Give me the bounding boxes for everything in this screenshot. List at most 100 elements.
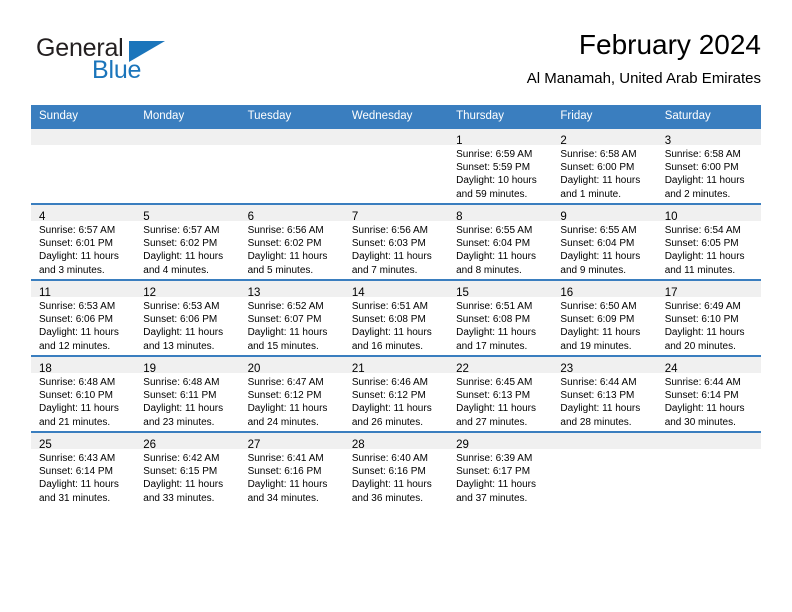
day-number-band: 11 <box>31 281 136 299</box>
day-number: 19 <box>143 363 157 375</box>
day-number-band: 13 <box>239 281 344 299</box>
daylight-text-cont: and 34 minutes. <box>247 492 319 504</box>
calendar-cell-empty <box>656 431 761 507</box>
day-number: 8 <box>456 211 463 223</box>
sunset-text: Sunset: 6:14 PM <box>39 466 113 478</box>
daylight-text-cont: and 37 minutes. <box>456 492 528 504</box>
daylight-text: Daylight: 11 hours <box>39 327 119 339</box>
calendar-day-cell[interactable]: 9 Sunrise: 6:55 AM Sunset: 6:04 PM Daylight… <box>552 203 657 280</box>
calendar-week-row: 18 Sunrise: 6:48 AM Sunset: 6:10 PM Dayligh… <box>31 355 761 432</box>
calendar-day-cell[interactable]: 24 Sunrise: 6:44 AM Sunset: 6:14 PM Dayligh… <box>656 355 761 432</box>
calendar-day-cell[interactable]: 10 Sunrise: 6:54 AM Sunset: 6:05 PM Dayligh… <box>656 203 761 280</box>
sunrise-text: Sunrise: 6:40 AM <box>351 453 428 464</box>
day-details: Sunrise: 6:40 AM Sunset: 6:16 PM Daylight:… <box>344 449 448 505</box>
sunrise-text: Sunrise: 6:58 AM <box>560 149 637 160</box>
day-number: 14 <box>351 287 365 299</box>
calendar-day-cell[interactable]: 25 Sunrise: 6:43 AM Sunset: 6:14 PM Dayligh… <box>31 431 136 507</box>
weekday-header-tuesday: Tuesday <box>239 105 344 128</box>
calendar-day-cell[interactable]: 21 Sunrise: 6:46 AM Sunset: 6:12 PM Dayligh… <box>343 355 449 432</box>
calendar-day-cell[interactable]: 28 Sunrise: 6:40 AM Sunset: 6:16 PM Dayligh… <box>343 431 449 507</box>
calendar-day-cell[interactable]: 7 Sunrise: 6:56 AM Sunset: 6:03 PM Daylight… <box>343 203 449 280</box>
day-details: Sunrise: 6:50 AM Sunset: 6:09 PM Daylight:… <box>552 297 656 353</box>
sunrise-text: Sunrise: 6:51 AM <box>351 301 428 312</box>
day-number: 18 <box>39 363 52 375</box>
calendar-day-cell[interactable]: 3 Sunrise: 6:58 AM Sunset: 6:00 PM Daylight… <box>656 127 761 204</box>
day-details: Sunrise: 6:57 AM Sunset: 6:02 PM Daylight:… <box>135 221 239 277</box>
calendar-day-cell[interactable]: 6 Sunrise: 6:56 AM Sunset: 6:02 PM Daylight… <box>239 203 344 280</box>
sunrise-text: Sunrise: 6:52 AM <box>247 301 324 312</box>
calendar-day-cell[interactable]: 22 Sunrise: 6:45 AM Sunset: 6:13 PM Dayligh… <box>448 355 553 432</box>
calendar-day-cell[interactable]: 8 Sunrise: 6:55 AM Sunset: 6:04 PM Daylight… <box>448 203 553 280</box>
daylight-text: Daylight: 11 hours <box>143 327 224 339</box>
day-number-band: 1 <box>448 129 553 147</box>
sunset-text: Sunset: 6:04 PM <box>456 238 531 250</box>
day-number: 28 <box>351 439 365 451</box>
day-details: Sunrise: 6:47 AM Sunset: 6:12 PM Daylight:… <box>240 373 344 429</box>
calendar-day-cell[interactable]: 27 Sunrise: 6:41 AM Sunset: 6:16 PM Dayligh… <box>239 431 344 507</box>
general-blue-logo: General Blue <box>36 34 266 92</box>
day-number-band <box>31 129 136 145</box>
calendar-day-cell[interactable]: 23 Sunrise: 6:44 AM Sunset: 6:13 PM Dayligh… <box>552 355 657 432</box>
sunset-text: Sunset: 6:02 PM <box>247 238 322 250</box>
day-details: Sunrise: 6:53 AM Sunset: 6:06 PM Daylight:… <box>31 297 135 353</box>
calendar-day-cell[interactable]: 19 Sunrise: 6:48 AM Sunset: 6:11 PM Dayligh… <box>135 355 240 432</box>
calendar-day-cell[interactable]: 2 Sunrise: 6:58 AM Sunset: 6:00 PM Daylight… <box>552 127 657 204</box>
calendar-day-cell[interactable]: 12 Sunrise: 6:53 AM Sunset: 6:06 PM Dayligh… <box>135 279 240 356</box>
sunrise-text: Sunrise: 6:48 AM <box>39 377 116 388</box>
calendar-page: General Blue February 2024 Al Manamah, U… <box>0 0 792 612</box>
sunset-text: Sunset: 6:06 PM <box>143 314 218 326</box>
day-number: 16 <box>560 287 574 299</box>
sunset-text: Sunset: 6:05 PM <box>664 238 739 250</box>
sunset-text: Sunset: 6:12 PM <box>247 390 322 402</box>
sunset-text: Sunset: 5:59 PM <box>456 162 531 174</box>
calendar-day-cell[interactable]: 1 Sunrise: 6:59 AM Sunset: 5:59 PM Daylight… <box>448 127 553 204</box>
day-number: 17 <box>664 287 678 299</box>
sunset-text: Sunset: 6:15 PM <box>143 466 218 478</box>
daylight-text-cont: and 15 minutes. <box>247 340 319 352</box>
calendar-day-cell[interactable]: 18 Sunrise: 6:48 AM Sunset: 6:10 PM Dayligh… <box>31 355 136 432</box>
calendar-week-row: 11 Sunrise: 6:53 AM Sunset: 6:06 PM Dayligh… <box>31 279 761 356</box>
calendar-day-cell[interactable]: 11 Sunrise: 6:53 AM Sunset: 6:06 PM Dayligh… <box>31 279 136 356</box>
sunrise-text: Sunrise: 6:58 AM <box>664 149 741 160</box>
calendar-day-cell[interactable]: 13 Sunrise: 6:52 AM Sunset: 6:07 PM Dayligh… <box>239 279 344 356</box>
weekday-header-friday: Friday <box>552 105 657 128</box>
day-details: Sunrise: 6:54 AM Sunset: 6:05 PM Daylight:… <box>657 221 761 277</box>
calendar-day-cell[interactable]: 26 Sunrise: 6:42 AM Sunset: 6:15 PM Dayligh… <box>135 431 240 507</box>
sunrise-text: Sunrise: 6:46 AM <box>351 377 428 388</box>
day-details: Sunrise: 6:58 AM Sunset: 6:00 PM Daylight:… <box>657 145 761 201</box>
sunset-text: Sunset: 6:10 PM <box>39 390 113 402</box>
day-number-band <box>656 433 761 449</box>
day-details: Sunrise: 6:52 AM Sunset: 6:07 PM Daylight:… <box>240 297 344 353</box>
sunrise-text: Sunrise: 6:56 AM <box>351 225 428 236</box>
day-number: 12 <box>143 287 157 299</box>
day-details <box>240 145 344 148</box>
calendar-day-cell[interactable]: 20 Sunrise: 6:47 AM Sunset: 6:12 PM Dayligh… <box>239 355 344 432</box>
daylight-text: Daylight: 11 hours <box>351 403 432 415</box>
calendar-day-cell[interactable]: 16 Sunrise: 6:50 AM Sunset: 6:09 PM Dayligh… <box>552 279 657 356</box>
calendar-day-cell[interactable]: 15 Sunrise: 6:51 AM Sunset: 6:08 PM Dayligh… <box>448 279 553 356</box>
calendar-day-cell[interactable]: 5 Sunrise: 6:57 AM Sunset: 6:02 PM Daylight… <box>135 203 240 280</box>
day-details <box>657 449 761 452</box>
day-number-band: 10 <box>656 205 761 223</box>
daylight-text: Daylight: 11 hours <box>351 251 432 263</box>
sunset-text: Sunset: 6:10 PM <box>664 314 739 326</box>
day-number: 15 <box>456 287 469 299</box>
day-number: 23 <box>560 363 574 375</box>
title-block: February 2024 Al Manamah, United Arab Em… <box>527 28 761 89</box>
weekday-header-monday: Monday <box>135 105 240 128</box>
daylight-text-cont: and 3 minutes. <box>39 264 105 276</box>
calendar-day-cell[interactable]: 4 Sunrise: 6:57 AM Sunset: 6:01 PM Daylight… <box>31 203 136 280</box>
calendar-day-cell[interactable]: 29 Sunrise: 6:39 AM Sunset: 6:17 PM Dayligh… <box>448 431 553 507</box>
day-number-band: 12 <box>135 281 240 299</box>
weekday-header-row: Sunday Monday Tuesday Wednesday Thursday Frid… <box>31 105 761 128</box>
calendar-day-cell[interactable]: 14 Sunrise: 6:51 AM Sunset: 6:08 PM Dayligh… <box>343 279 449 356</box>
sunrise-text: Sunrise: 6:59 AM <box>456 149 533 160</box>
day-details: Sunrise: 6:48 AM Sunset: 6:11 PM Daylight:… <box>135 373 239 429</box>
calendar-table: Sunday Monday Tuesday Wednesday Thursday Frid… <box>31 105 761 507</box>
calendar-day-cell[interactable]: 17 Sunrise: 6:49 AM Sunset: 6:10 PM Dayligh… <box>656 279 761 356</box>
day-details: Sunrise: 6:46 AM Sunset: 6:12 PM Daylight:… <box>344 373 448 429</box>
calendar-cell-empty <box>135 127 240 204</box>
daylight-text: Daylight: 11 hours <box>664 327 745 339</box>
day-number: 13 <box>247 287 261 299</box>
sunrise-text: Sunrise: 6:51 AM <box>456 301 533 312</box>
